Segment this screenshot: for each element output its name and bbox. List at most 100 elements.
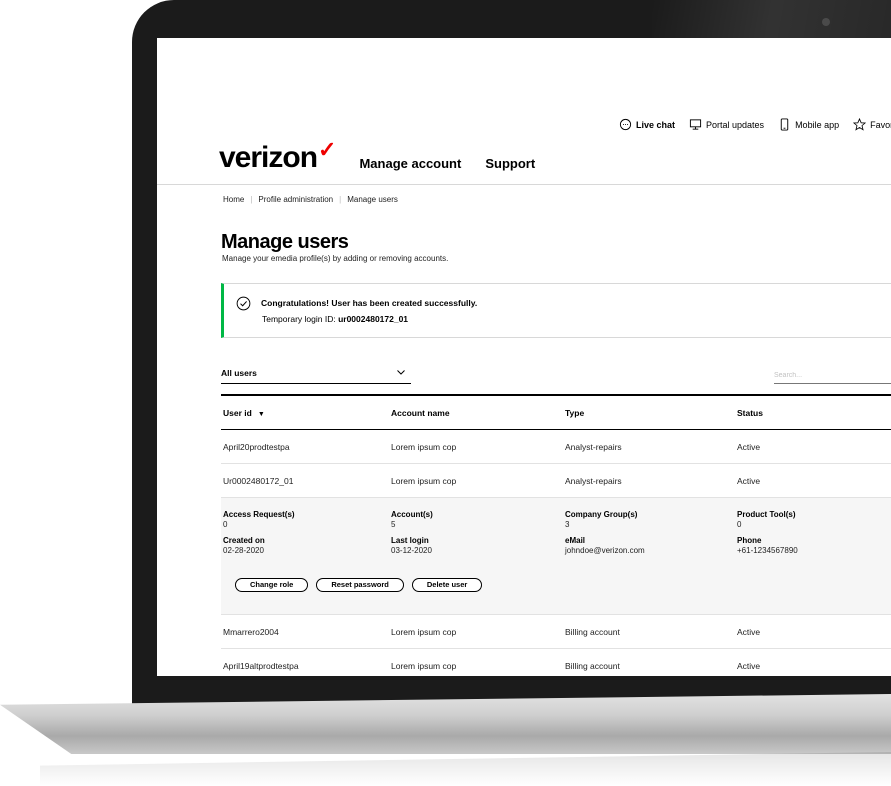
cell-status: Active — [737, 626, 761, 637]
check-circle-icon — [236, 296, 251, 311]
cell-account-name: Lorem ipsum cop — [391, 475, 457, 486]
search-input[interactable] — [774, 368, 891, 384]
user-actions: Change role Reset password Delete user — [235, 578, 483, 592]
main-nav: Manage account Support — [359, 156, 535, 173]
detail-value: 0 — [223, 520, 228, 529]
utility-bar: Live chat Portal updates Mobile app Favo… — [619, 118, 891, 131]
success-alert: Congratulations! User has been created s… — [221, 283, 891, 338]
detail-email: eMail johndoe@verizon.com — [563, 536, 735, 555]
table-row[interactable]: April19altprodtestpa Lorem ipsum cop Bil… — [221, 649, 891, 676]
cell-status: Active — [737, 660, 761, 671]
cell-account-name: Lorem ipsum cop — [391, 441, 457, 452]
cell-type: Analyst-repairs — [565, 475, 622, 486]
table-row[interactable]: Ur0002480172_01 Lorem ipsum cop Analyst-… — [221, 464, 891, 498]
table-header: User id ▼ Account name Type Status — [221, 394, 891, 430]
breadcrumb-manage-users: Manage users — [347, 195, 398, 204]
detail-label: Account(s) — [391, 510, 433, 519]
cell-account-name: Lorem ipsum cop — [391, 626, 457, 637]
live-chat-label: Live chat — [636, 119, 676, 130]
chat-bubble-icon — [619, 118, 632, 131]
detail-created-on: Created on 02-28-2020 — [221, 536, 389, 555]
alert-detail-label: Temporary login ID: — [262, 314, 336, 324]
expanded-user-details: Access Request(s) 0 Account(s) 5 Company… — [221, 498, 891, 615]
nav-support[interactable]: Support — [485, 156, 535, 171]
detail-access-requests: Access Request(s) 0 — [221, 510, 389, 529]
detail-label: Phone — [737, 536, 762, 545]
breadcrumb: Home | Profile administration | Manage u… — [223, 195, 398, 204]
detail-value: 02-28-2020 — [223, 546, 264, 555]
cell-type: Billing account — [565, 660, 620, 671]
star-icon — [853, 118, 867, 131]
detail-line: Created on 02-28-2020 Last login 03-12-2… — [221, 536, 891, 555]
header-user-id[interactable]: User id ▼ — [221, 408, 389, 418]
detail-last-login: Last login 03-12-2020 — [389, 536, 563, 555]
user-filter-dropdown[interactable]: All users — [221, 368, 411, 384]
detail-label: Access Request(s) — [223, 510, 295, 519]
portal-updates-label: Portal updates — [706, 119, 765, 130]
logo-check-icon: ✓ — [318, 137, 336, 162]
nav-divider — [157, 184, 891, 185]
favorites-link[interactable]: Favorite — [853, 118, 891, 131]
detail-label: Last login — [391, 536, 429, 545]
camera — [822, 18, 830, 26]
cell-user-id: April19altprodtestpa — [223, 660, 299, 671]
portal-updates-link[interactable]: Portal updates — [689, 118, 764, 131]
detail-value: johndoe@verizon.com — [565, 546, 645, 555]
monitor-icon — [689, 119, 702, 130]
detail-value: 03-12-2020 — [391, 546, 432, 555]
cell-account-name: Lorem ipsum cop — [391, 660, 457, 671]
breadcrumb-home[interactable]: Home — [223, 195, 244, 204]
users-table: User id ▼ Account name Type Status April2… — [221, 394, 891, 676]
cell-status: Active — [737, 441, 761, 452]
header-account-name: Account name — [391, 407, 450, 418]
cell-user-id: Mmarrero2004 — [223, 626, 279, 637]
nav-manage-account[interactable]: Manage account — [359, 156, 461, 171]
verizon-logo[interactable]: verizon✓ — [219, 139, 336, 174]
cell-user-id: April20prodtestpa — [223, 441, 290, 452]
detail-product-tools: Product Tool(s) 0 — [735, 510, 891, 529]
live-chat-link[interactable]: Live chat — [619, 118, 675, 131]
cell-user-id: Ur0002480172_01 — [223, 475, 294, 486]
detail-line: Access Request(s) 0 Account(s) 5 Company… — [221, 510, 891, 529]
cell-status: Active — [737, 475, 761, 486]
screen: Live chat Portal updates Mobile app Favo… — [157, 38, 891, 676]
detail-value: 0 — [737, 520, 742, 529]
delete-user-button[interactable]: Delete user — [411, 578, 483, 592]
detail-value: +61-1234567890 — [737, 546, 798, 555]
detail-grid: Access Request(s) 0 Account(s) 5 Company… — [221, 510, 891, 555]
detail-value: 3 — [565, 520, 570, 529]
favorites-label: Favorite — [870, 119, 891, 130]
detail-label: Product Tool(s) — [737, 510, 796, 519]
detail-label: Created on — [223, 536, 265, 545]
cell-type: Analyst-repairs — [565, 441, 622, 452]
mobile-app-label: Mobile app — [795, 119, 840, 130]
sort-down-icon[interactable]: ▼ — [258, 411, 265, 418]
chevron-down-icon — [397, 370, 405, 375]
detail-company-groups: Company Group(s) 3 — [563, 510, 735, 529]
breadcrumb-separator: | — [339, 195, 342, 204]
filter-selected: All users — [221, 368, 257, 378]
header-user-id-label: User id — [223, 407, 252, 418]
table-row[interactable]: Mmarrero2004 Lorem ipsum cop Billing acc… — [221, 615, 891, 649]
page-subtitle: Manage your emedia profile(s) by adding … — [222, 254, 449, 263]
header-status: Status — [737, 407, 763, 418]
brand-row: verizon✓ Manage account Support — [219, 139, 535, 174]
detail-label: eMail — [565, 536, 586, 545]
temporary-login-id: ur0002480172_01 — [338, 314, 409, 324]
logo-text: verizon — [219, 141, 318, 174]
detail-label: Company Group(s) — [565, 510, 638, 519]
alert-title: Congratulations! User has been created s… — [261, 298, 478, 308]
detail-phone: Phone +61-1234567890 — [735, 536, 891, 555]
mobile-app-link[interactable]: Mobile app — [778, 118, 839, 131]
phone-icon — [780, 118, 789, 131]
cell-type: Billing account — [565, 626, 620, 637]
breadcrumb-profile-administration[interactable]: Profile administration — [258, 195, 333, 204]
header-type: Type — [565, 407, 585, 418]
reset-password-button[interactable]: Reset password — [316, 578, 404, 592]
detail-value: 5 — [391, 520, 396, 529]
breadcrumb-separator: | — [250, 195, 253, 204]
alert-detail: Temporary login ID: ur0002480172_01 — [262, 314, 408, 324]
table-row[interactable]: April20prodtestpa Lorem ipsum cop Analys… — [221, 430, 891, 464]
detail-accounts: Account(s) 5 — [389, 510, 563, 529]
change-role-button[interactable]: Change role — [235, 578, 309, 592]
